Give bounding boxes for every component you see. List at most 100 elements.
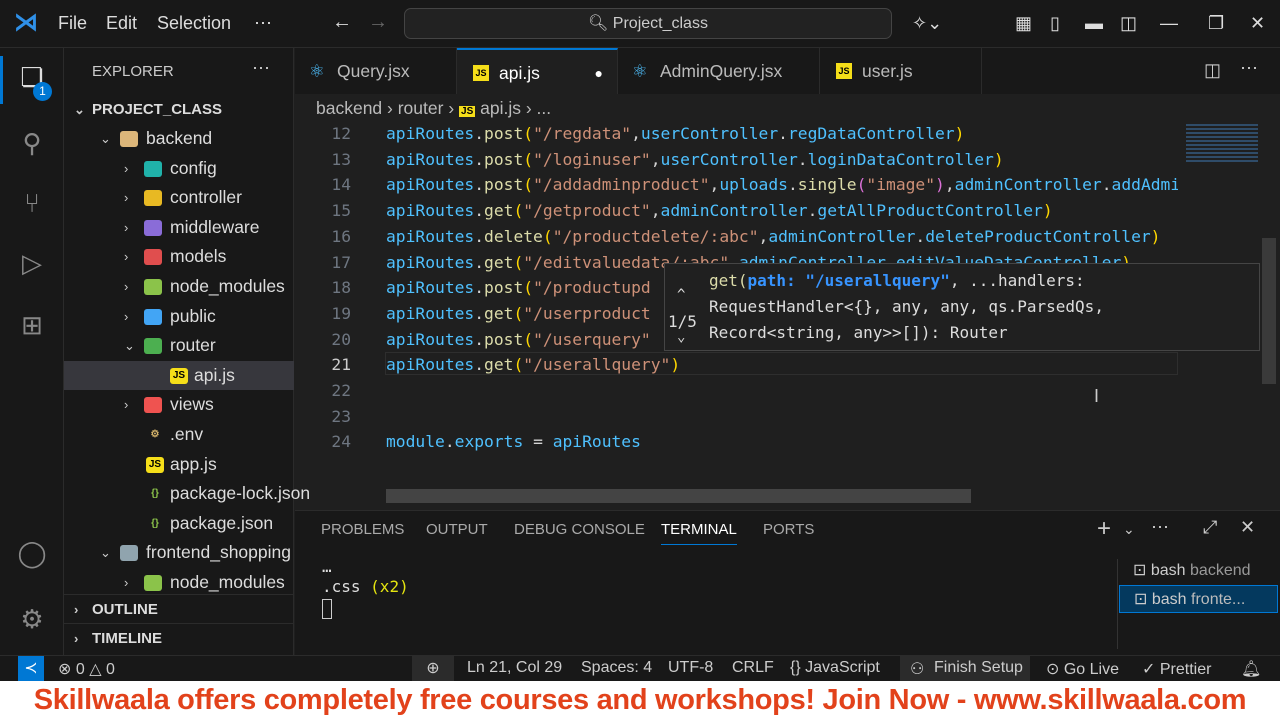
code-line[interactable]: apiRoutes.get("/userproduct	[386, 304, 651, 323]
copilot-icon[interactable]: ✧⌄	[912, 13, 942, 34]
terminal-instance-backend[interactable]: ⊡ bash backend	[1133, 557, 1278, 585]
tree-item[interactable]: JS api.js	[64, 360, 294, 390]
toggle-secondary-icon[interactable]: ◫	[1120, 13, 1137, 34]
tree-item[interactable]: JS app.js	[64, 450, 294, 479]
tab-debug-console[interactable]: DEBUG CONSOLE	[514, 521, 645, 538]
signature-line-3: Record<string, any>>[]): Router	[709, 323, 1008, 342]
split-editor-icon[interactable]: ◫	[1204, 60, 1221, 81]
tree-item[interactable]: ⌄ router	[64, 331, 294, 360]
breadcrumb-file[interactable]: api.js	[480, 98, 521, 118]
unsaved-dot-icon[interactable]: ●	[595, 50, 603, 96]
chevron-right-icon: ›	[124, 308, 129, 324]
menu-more[interactable]: ⋯	[254, 13, 272, 34]
tree-item[interactable]: › node_modules	[64, 568, 294, 597]
code-line[interactable]: apiRoutes.post("/productupd	[386, 278, 651, 297]
command-center-search[interactable]: 🔍︎ Project_class	[404, 8, 892, 39]
next-overload-icon[interactable]: ⌄	[677, 330, 685, 344]
tab-terminal[interactable]: TERMINAL	[661, 521, 737, 545]
minimize-icon[interactable]: —	[1160, 13, 1178, 34]
toggle-sidebar-icon[interactable]: ▯	[1050, 13, 1060, 34]
project-root[interactable]: ⌄ PROJECT_CLASS	[64, 95, 294, 124]
terminal-instance-frontend[interactable]: ⊡ bash fronte...	[1119, 585, 1278, 613]
maximize-panel-icon[interactable]: ⤢	[1203, 517, 1217, 538]
terminal-dropdown-icon[interactable]: ⌄	[1123, 521, 1135, 538]
breadcrumb-symbol[interactable]: ...	[537, 98, 552, 118]
chevron-right-icon: ›	[124, 575, 129, 590]
finish-setup-button[interactable]: ⚇ Finish Setup	[900, 656, 1030, 681]
code-line[interactable]: apiRoutes.delete("/productdelete/:abc",a…	[386, 227, 1160, 246]
timeline-section[interactable]: › TIMELINE	[64, 623, 294, 652]
notifications-bell-icon[interactable]: 🔔︎	[1241, 659, 1261, 679]
js-file-icon: JS	[473, 65, 489, 81]
terminal-output[interactable]: … .css (x2)	[322, 559, 409, 619]
back-arrow-icon[interactable]: ←	[332, 11, 352, 34]
layout-icon[interactable]: ▦	[1015, 13, 1032, 34]
prettier-button[interactable]: ✓ Prettier	[1142, 659, 1211, 679]
more-actions-icon[interactable]: ⋯	[252, 58, 270, 79]
tree-item[interactable]: › config	[64, 154, 294, 183]
code-line[interactable]: apiRoutes.post("/addadminproduct",upload…	[386, 175, 1178, 194]
tree-item[interactable]: › node_modules	[64, 272, 294, 301]
close-window-icon[interactable]: ✕	[1250, 13, 1265, 34]
tree-item[interactable]: {} package.json	[64, 509, 294, 538]
end-of-line[interactable]: CRLF	[732, 659, 774, 677]
forward-arrow-icon[interactable]: →	[368, 11, 388, 34]
menu-selection[interactable]: Selection	[157, 13, 231, 34]
code-line[interactable]: apiRoutes.post("/loginuser",userControll…	[386, 150, 1004, 169]
tree-item[interactable]: › middleware	[64, 213, 294, 242]
search-icon[interactable]: ⚲	[16, 128, 48, 160]
toggle-panel-icon[interactable]: ▬	[1085, 13, 1103, 34]
tree-item[interactable]: ⚙ .env	[64, 420, 294, 449]
code-line[interactable]: apiRoutes.post("/regdata",userController…	[386, 124, 964, 143]
tab-user-js[interactable]: JS user.js	[820, 48, 982, 94]
breadcrumb-backend[interactable]: backend	[316, 98, 382, 118]
go-live-button[interactable]: ⊙ Go Live	[1046, 659, 1119, 679]
new-terminal-icon[interactable]: +	[1097, 515, 1111, 543]
tree-item[interactable]: ⌄ frontend_shopping	[64, 538, 294, 567]
cursor-position[interactable]: Ln 21, Col 29	[467, 659, 562, 677]
tree-item[interactable]: › controller	[64, 183, 294, 212]
bottom-panel: PROBLEMS OUTPUT DEBUG CONSOLE TERMINAL P…	[295, 510, 1280, 655]
horizontal-scrollbar[interactable]	[386, 489, 971, 503]
tab-api-js[interactable]: JS api.js ●	[457, 48, 618, 94]
prev-overload-icon[interactable]: ^	[677, 288, 685, 302]
zoom-icon[interactable]: ⊕	[412, 656, 454, 681]
settings-gear-icon[interactable]: ⚙	[16, 604, 48, 636]
code-line[interactable]: apiRoutes.post("/userquery"	[386, 330, 651, 349]
tree-item[interactable]: {} package-lock.json	[64, 479, 310, 508]
tab-output[interactable]: OUTPUT	[426, 521, 488, 538]
tab-query-jsx[interactable]: ⚛ Query.jsx	[295, 48, 457, 94]
restore-icon[interactable]: ❐	[1208, 13, 1224, 34]
run-debug-icon[interactable]: ▷	[16, 248, 48, 280]
minimap[interactable]	[1182, 120, 1262, 180]
extensions-icon[interactable]: ⊞	[16, 310, 48, 342]
folder-icon	[144, 308, 162, 325]
panel-more-icon[interactable]: ⋯	[1151, 517, 1169, 538]
tree-item[interactable]: ⌄ backend	[64, 124, 294, 153]
editor-more-icon[interactable]: ⋯	[1240, 58, 1258, 79]
account-icon[interactable]: ◯	[16, 538, 48, 570]
menu-edit[interactable]: Edit	[106, 13, 137, 34]
close-panel-icon[interactable]: ✕	[1240, 517, 1255, 538]
code-line[interactable]: module.exports = apiRoutes	[386, 432, 641, 451]
remote-icon[interactable]: ≺	[18, 656, 44, 681]
encoding[interactable]: UTF-8	[668, 659, 713, 677]
menu-file[interactable]: File	[58, 13, 87, 34]
code-line[interactable]: apiRoutes.get("/getproduct",adminControl…	[386, 201, 1053, 220]
problems-status[interactable]: ⊗ 0 △ 0	[58, 659, 115, 679]
vertical-scrollbar[interactable]	[1262, 238, 1276, 384]
tree-item[interactable]: › models	[64, 242, 294, 271]
status-bar: ≺ ⊗ 0 △ 0 ⊕ Ln 21, Col 29 Spaces: 4 UTF-…	[0, 655, 1280, 681]
tree-item[interactable]: › public	[64, 302, 294, 331]
tab-adminquery-jsx[interactable]: ⚛ AdminQuery.jsx	[618, 48, 820, 94]
breadcrumb-router[interactable]: router	[398, 98, 444, 118]
line-number: 24	[331, 432, 351, 452]
tab-problems[interactable]: PROBLEMS	[321, 521, 404, 538]
tab-ports[interactable]: PORTS	[763, 521, 814, 538]
source-control-icon[interactable]: ⑂	[16, 188, 48, 220]
language-mode[interactable]: {} JavaScript	[790, 659, 880, 677]
chevron-down-icon: ⌄	[124, 338, 135, 354]
indentation[interactable]: Spaces: 4	[581, 659, 652, 677]
tree-item[interactable]: › views	[64, 390, 294, 419]
outline-section[interactable]: › OUTLINE	[64, 594, 294, 623]
